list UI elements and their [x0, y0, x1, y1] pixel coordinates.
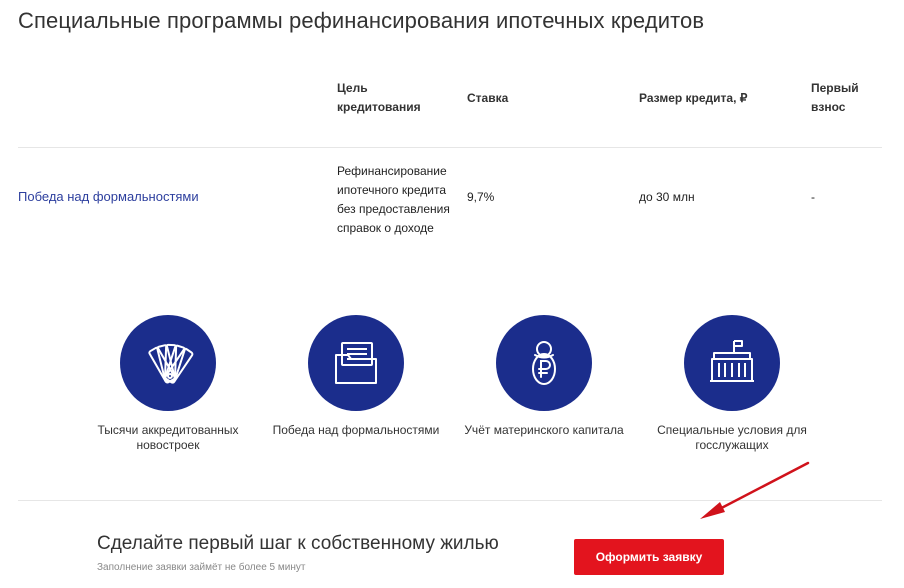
cta-title: Сделайте первый шаг к собственному жилью [97, 533, 499, 554]
annotation-arrow-icon [700, 461, 810, 519]
table-divider [18, 147, 882, 148]
header-down-payment: Первый взнос [811, 81, 859, 114]
header-amount: Размер кредита, ₽ [639, 91, 748, 105]
page-title: Специальные программы рефинансирования и… [18, 8, 705, 33]
row-amount: до 30 млн [639, 190, 695, 204]
feature-label: Учёт материнского капитала [464, 423, 624, 437]
baby-ruble-icon [496, 315, 592, 411]
program-link[interactable]: Победа над формальностями [18, 189, 199, 204]
feature-label: Победа над формальностями [272, 423, 440, 437]
government-building-icon [684, 315, 780, 411]
row-purpose: Рефинансирование ипотечного кредита без … [337, 164, 450, 235]
feature-label: Специальные условия для госслужащих [657, 423, 807, 452]
feature-item-maternity-capital: Учёт материнского капитала [454, 315, 634, 438]
fan-cards-icon [120, 315, 216, 411]
header-purpose: Цель кредитования [337, 81, 421, 114]
header-rate: Ставка [467, 91, 509, 105]
feature-item-novostroyki: Тысячи аккредитованных новостроек [78, 315, 258, 453]
row-rate: 9,7% [467, 190, 495, 204]
feature-item-civil-servants: Специальные условия для госслужащих [642, 315, 822, 453]
folder-documents-icon [308, 315, 404, 411]
cta-subtitle: Заполнение заявки займёт не более 5 мину… [97, 562, 306, 573]
feature-label: Тысячи аккредитованных новостроек [97, 423, 239, 452]
feature-item-formalities: Победа над формальностями [266, 315, 446, 438]
apply-button[interactable]: Оформить заявку [574, 539, 724, 575]
row-down-payment: - [811, 190, 815, 204]
